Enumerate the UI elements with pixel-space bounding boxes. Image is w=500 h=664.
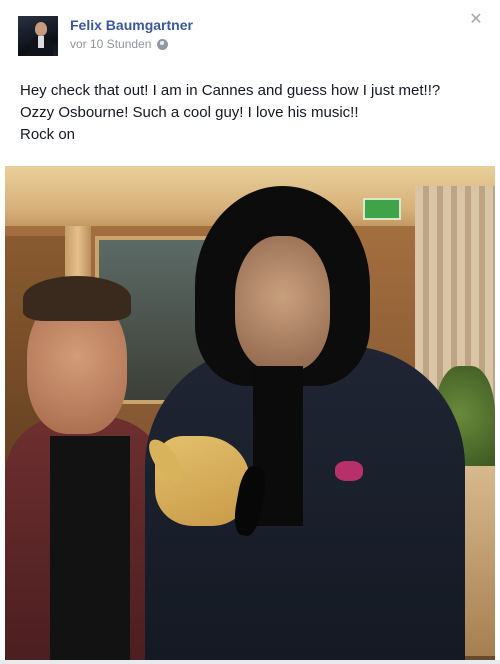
post-text-line: Rock on xyxy=(20,126,76,143)
photo-right-man-face xyxy=(235,236,330,371)
post-text-line: Hey check that out! I am in Cannes and g… xyxy=(20,82,441,99)
facebook-post: Felix Baumgartner vor 10 Stunden ✕ Hey c… xyxy=(0,0,500,664)
author-name-link[interactable]: Felix Baumgartner xyxy=(70,17,193,33)
post-timestamp[interactable]: vor 10 Stunden xyxy=(70,37,151,51)
post-text: Hey check that out! I am in Cannes and g… xyxy=(20,80,485,146)
photo-exit-sign xyxy=(363,198,401,220)
close-icon[interactable]: ✕ xyxy=(468,12,484,28)
avatar-head xyxy=(35,22,47,36)
photo-left-man-shirt xyxy=(50,436,130,660)
author-avatar[interactable] xyxy=(18,16,58,56)
globe-icon[interactable] xyxy=(157,38,169,50)
post-footer-divider xyxy=(0,660,500,664)
post-meta: vor 10 Stunden xyxy=(70,37,169,51)
photo-pocket-square xyxy=(335,461,363,481)
avatar-shirt xyxy=(38,36,44,48)
post-text-line: Ozzy Osbourne! Such a cool guy! I love h… xyxy=(20,104,359,121)
post-photo[interactable] xyxy=(5,166,495,660)
photo-left-man-hair xyxy=(23,276,131,321)
